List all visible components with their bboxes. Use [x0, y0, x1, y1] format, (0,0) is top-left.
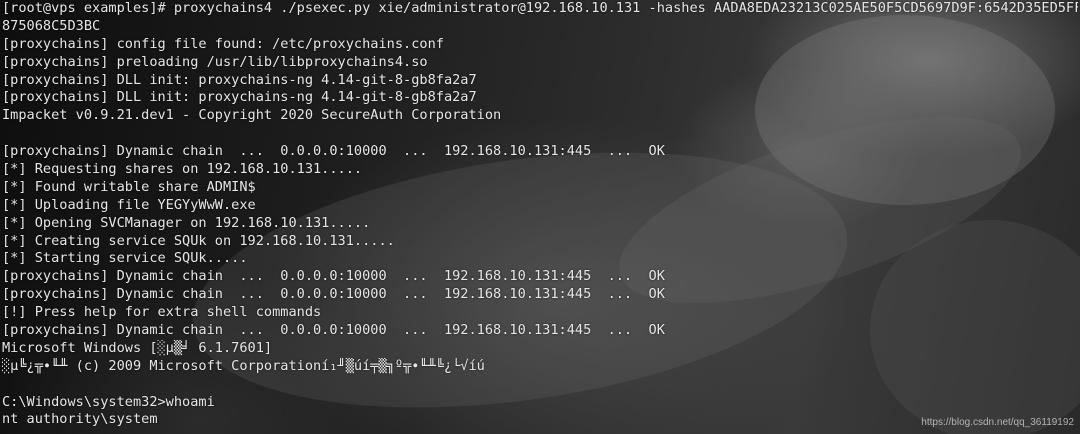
terminal-line: [proxychains] DLL init: proxychains-ng 4… — [2, 89, 477, 106]
terminal-line: [proxychains] Dynamic chain ... 0.0.0.0:… — [2, 286, 665, 303]
terminal-line: 875068C5D3BC — [2, 17, 101, 34]
terminal-line: [proxychains] Dynamic chain ... 0.0.0.0:… — [2, 268, 665, 285]
terminal-window[interactable]: [root@vps examples]# proxychains4 ./psex… — [0, 0, 1080, 434]
terminal-line: [*] Uploading file YEGYyWwW.exe — [2, 196, 256, 213]
terminal-line: [proxychains] config file found: /etc/pr… — [2, 35, 444, 52]
terminal-line: ░µ╚¿╦∙╙╨ (c) 2009 Microsoft Corporationí… — [2, 357, 485, 374]
terminal-line: [*] Starting service SQUk..... — [2, 250, 248, 267]
terminal-line: C:\Windows\system32>whoami — [2, 393, 215, 410]
watermark-text: https://blog.csdn.net/qq_36119192 — [921, 417, 1074, 428]
terminal-line: [*] Creating service SQUk on 192.168.10.… — [2, 232, 395, 249]
terminal-line: [*] Opening SVCManager on 192.168.10.131… — [2, 214, 371, 231]
terminal-output[interactable]: [root@vps examples]# proxychains4 ./psex… — [2, 0, 1078, 429]
terminal-line: [proxychains] preloading /usr/lib/libpro… — [2, 53, 428, 70]
terminal-line: [*] Requesting shares on 192.168.10.131.… — [2, 161, 363, 178]
terminal-line: [proxychains] Dynamic chain ... 0.0.0.0:… — [2, 322, 665, 339]
terminal-line: nt authority\system — [2, 411, 158, 428]
terminal-line: Impacket v0.9.21.dev1 - Copyright 2020 S… — [2, 107, 502, 124]
terminal-line: [proxychains] DLL init: proxychains-ng 4… — [2, 71, 477, 88]
terminal-line: [!] Press help for extra shell commands — [2, 304, 322, 321]
terminal-line: Microsoft Windows [░µ▒╛ 6.1.7601] — [2, 339, 273, 356]
terminal-line: [*] Found writable share ADMIN$ — [2, 178, 256, 195]
terminal-line: [root@vps examples]# proxychains4 ./psex… — [2, 0, 1078, 16]
terminal-line: [proxychains] Dynamic chain ... 0.0.0.0:… — [2, 143, 665, 160]
